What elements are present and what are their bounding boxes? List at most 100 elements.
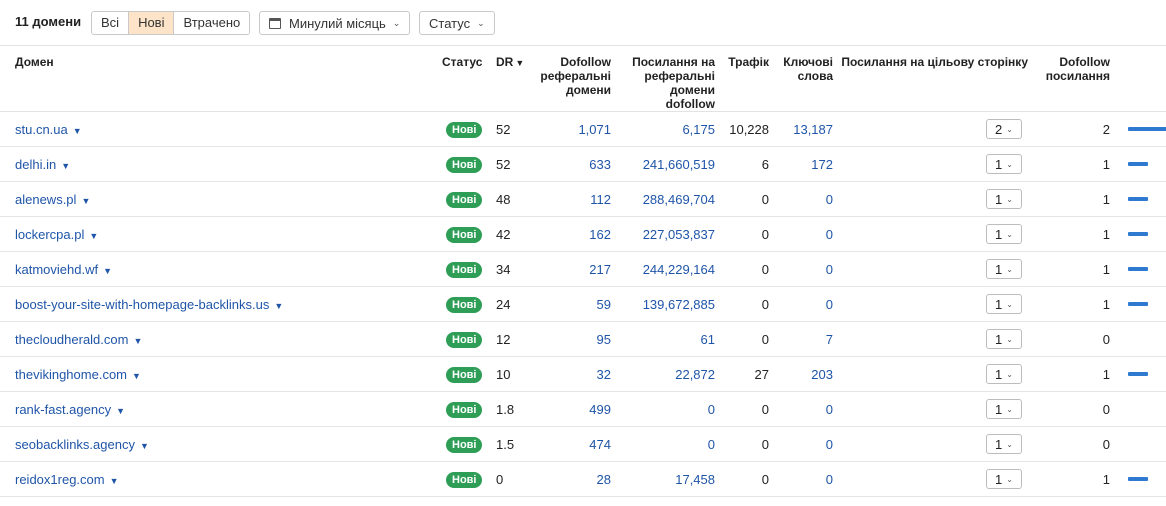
keywords-link[interactable]: 0 (826, 262, 833, 277)
keywords-link[interactable]: 203 (811, 367, 833, 382)
links-cell: 244,229,164 (615, 252, 719, 287)
col-links-to-target[interactable]: Посилання на цільову сторінку (837, 46, 1032, 112)
col-dr[interactable]: DR ▼ (492, 46, 526, 112)
target-links-select[interactable]: 1 ⌄ (986, 399, 1022, 419)
dofollow-links-bar (1128, 197, 1148, 201)
keywords-link[interactable]: 0 (826, 227, 833, 242)
caret-down-icon[interactable]: ▼ (133, 336, 142, 346)
ref-domains-link[interactable]: 217 (589, 262, 611, 277)
domain-link[interactable]: katmoviehd.wf (15, 262, 98, 277)
links-link[interactable]: 227,053,837 (643, 227, 715, 242)
caret-down-icon[interactable]: ▼ (89, 231, 98, 241)
domain-link[interactable]: thevikinghome.com (15, 367, 127, 382)
links-link[interactable]: 0 (708, 402, 715, 417)
domain-link[interactable]: lockercpa.pl (15, 227, 84, 242)
keywords-link[interactable]: 0 (826, 472, 833, 487)
caret-down-icon[interactable]: ▼ (110, 476, 119, 486)
caret-down-icon[interactable]: ▼ (274, 301, 283, 311)
keywords-link[interactable]: 0 (826, 437, 833, 452)
tab-lost[interactable]: Втрачено (174, 12, 250, 34)
target-links-select[interactable]: 1 ⌄ (986, 189, 1022, 209)
links-link[interactable]: 61 (701, 332, 715, 347)
col-traffic[interactable]: Трафік (719, 46, 773, 112)
col-keywords[interactable]: Ключові слова (773, 46, 837, 112)
ref-domains-link[interactable]: 32 (597, 367, 611, 382)
ref-domains-link[interactable]: 474 (589, 437, 611, 452)
keywords-link[interactable]: 172 (811, 157, 833, 172)
chevron-down-icon: ⌄ (477, 17, 485, 28)
keywords-link[interactable]: 0 (826, 297, 833, 312)
caret-down-icon[interactable]: ▼ (73, 126, 82, 136)
tab-all[interactable]: Всі (92, 12, 130, 34)
links-link[interactable]: 288,469,704 (643, 192, 715, 207)
domain-link[interactable]: seobacklinks.agency (15, 437, 135, 452)
tab-new[interactable]: Нові (129, 12, 175, 34)
ref-domains-link[interactable]: 162 (589, 227, 611, 242)
domain-link[interactable]: alenews.pl (15, 192, 76, 207)
links-link[interactable]: 241,660,519 (643, 157, 715, 172)
chevron-down-icon: ⌄ (1006, 264, 1013, 274)
keywords-link[interactable]: 0 (826, 192, 833, 207)
domain-link[interactable]: reidox1reg.com (15, 472, 105, 487)
target-links-select[interactable]: 1 ⌄ (986, 154, 1022, 174)
ref-domains-link[interactable]: 59 (597, 297, 611, 312)
ref-domains-link[interactable]: 499 (589, 402, 611, 417)
keywords-link[interactable]: 0 (826, 402, 833, 417)
dr-value: 1.8 (496, 401, 515, 417)
links-link[interactable]: 22,872 (675, 367, 715, 382)
table-row: boost-your-site-with-homepage-backlinks.… (0, 287, 1166, 322)
domain-link[interactable]: rank-fast.agency (15, 402, 111, 417)
domains-table: Домен Статус DR ▼ Dofollow реферальні дом… (0, 45, 1166, 497)
caret-down-icon[interactable]: ▼ (81, 196, 90, 206)
target-links-select[interactable]: 1 ⌄ (986, 364, 1022, 384)
col-status[interactable]: Статус (430, 46, 492, 112)
links-link[interactable]: 17,458 (675, 472, 715, 487)
caret-down-icon[interactable]: ▼ (116, 406, 125, 416)
col-dofollow-links[interactable]: Dofollow посилання (1032, 46, 1114, 112)
ref-domains-link[interactable]: 95 (597, 332, 611, 347)
ref-domains-link[interactable]: 28 (597, 472, 611, 487)
target-links-select[interactable]: 1 ⌄ (986, 259, 1022, 279)
caret-down-icon[interactable]: ▼ (61, 161, 70, 171)
caret-down-icon[interactable]: ▼ (103, 266, 112, 276)
target-links-select[interactable]: 1 ⌄ (986, 329, 1022, 349)
keywords-link[interactable]: 7 (826, 332, 833, 347)
status-badge: Нові (446, 366, 483, 383)
col-dofollow-ref-domains[interactable]: Dofollow реферальні домени (526, 46, 615, 112)
col-links-to-ref-domains[interactable]: Посилання на реферальні домени dofollow (615, 46, 719, 112)
status-dropdown[interactable]: Статус ⌄ (419, 11, 495, 35)
ref-domains-link[interactable]: 1,071 (578, 122, 611, 137)
period-dropdown[interactable]: Минулий місяць ⌄ (259, 11, 411, 35)
links-link[interactable]: 139,672,885 (643, 297, 715, 312)
domain-cell: lockercpa.pl ▼ (0, 217, 430, 252)
table-row: katmoviehd.wf ▼ Нові 34 217 244,229,164 0 0 1 ⌄ 1 (0, 252, 1166, 287)
dofollow-links-value: 0 (1102, 436, 1110, 452)
target-links-cell: 1 ⌄ (837, 357, 1032, 392)
ref-domains-cell: 499 (526, 392, 615, 427)
target-links-select[interactable]: 1 ⌄ (986, 469, 1022, 489)
target-links-select[interactable]: 2 ⌄ (986, 119, 1022, 139)
links-link[interactable]: 0 (708, 437, 715, 452)
domain-link[interactable]: thecloudherald.com (15, 332, 128, 347)
dr-value: 52 (496, 156, 511, 172)
ref-domains-cell: 1,071 (526, 112, 615, 147)
domain-link[interactable]: delhi.in (15, 157, 56, 172)
traffic-value: 0 (761, 436, 769, 452)
col-domain[interactable]: Домен (0, 46, 430, 112)
table-row: seobacklinks.agency ▼ Нові 1.5 474 0 0 0 1 ⌄ 0 (0, 427, 1166, 462)
target-links-cell: 1 ⌄ (837, 217, 1032, 252)
caret-down-icon[interactable]: ▼ (140, 441, 149, 451)
ref-domains-link[interactable]: 633 (589, 157, 611, 172)
target-links-cell: 1 ⌄ (837, 182, 1032, 217)
ref-domains-link[interactable]: 112 (590, 192, 611, 207)
domain-link[interactable]: stu.cn.ua (15, 122, 68, 137)
traffic-value: 10,228 (729, 121, 769, 137)
keywords-link[interactable]: 13,187 (793, 122, 833, 137)
links-link[interactable]: 6,175 (682, 122, 715, 137)
links-link[interactable]: 244,229,164 (643, 262, 715, 277)
caret-down-icon[interactable]: ▼ (132, 371, 141, 381)
domain-link[interactable]: boost-your-site-with-homepage-backlinks.… (15, 297, 269, 312)
target-links-select[interactable]: 1 ⌄ (986, 294, 1022, 314)
target-links-select[interactable]: 1 ⌄ (986, 224, 1022, 244)
target-links-select[interactable]: 1 ⌄ (986, 434, 1022, 454)
